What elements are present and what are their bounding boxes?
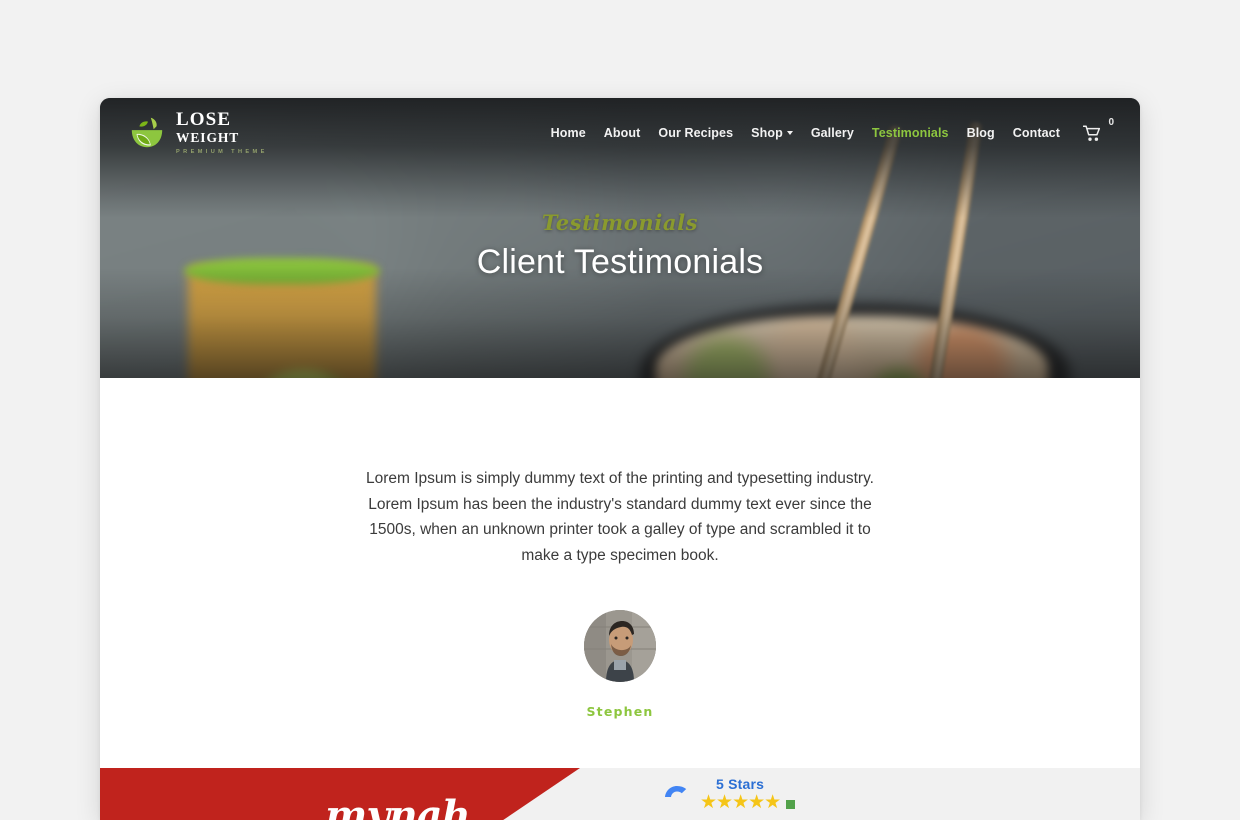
nav-label: About [603, 126, 641, 140]
hero-bottom-overlay [100, 268, 1140, 378]
chevron-down-icon [786, 131, 793, 135]
site-page-frame: LOSE WEIGHT PREMIUM THEME Home About Our… [100, 98, 1140, 820]
page-title: Client Testimonials [476, 243, 764, 281]
cart-count-badge: 0 [1108, 116, 1114, 128]
brand-tagline: PREMIUM THEME [176, 148, 268, 155]
nav-item-our-recipes[interactable]: Our Recipes [649, 120, 742, 146]
nav-label: Our Recipes [658, 126, 734, 140]
nav-label: Gallery [810, 126, 854, 140]
nav-item-testimonials[interactable]: Testimonials [863, 120, 958, 146]
banner-script-text: mynah [325, 792, 471, 820]
hero-kicker: Testimonials [541, 210, 699, 235]
google-rating-block: 5 Stars ★★★★★ [660, 776, 796, 813]
testimonial-section: Lorem Ipsum is simply dummy text of the … [100, 378, 1140, 768]
testimonial-slide: Lorem Ipsum is simply dummy text of the … [360, 466, 880, 719]
nav-label: Testimonials [871, 126, 949, 140]
nav-item-home[interactable]: Home [542, 120, 595, 146]
client-name: Stephen [586, 704, 654, 719]
rating-stack: 5 Stars ★★★★★ [700, 776, 781, 813]
nav-label: Home [550, 126, 586, 140]
nav-item-shop[interactable]: Shop [742, 120, 802, 146]
testimonial-quote: Lorem Ipsum is simply dummy text of the … [366, 470, 874, 564]
shopping-cart-icon [1083, 124, 1101, 141]
google-logo-icon [660, 778, 694, 812]
brand-line-1: LOSE [176, 109, 232, 131]
bottom-partner-strip: mynah 5 Stars ★★★★★ [100, 768, 1140, 820]
rating-stars: ★★★★★ [700, 792, 781, 813]
avatar-portrait-icon [584, 610, 656, 682]
rating-label: 5 Stars [716, 776, 765, 792]
site-header: LOSE WEIGHT PREMIUM THEME Home About Our… [100, 98, 1140, 168]
nav-item-about[interactable]: About [595, 120, 650, 146]
nav-item-gallery[interactable]: Gallery [802, 120, 863, 146]
nav-label: Contact [1012, 126, 1060, 140]
nav-item-blog[interactable]: Blog [958, 120, 1004, 146]
hero-copy: Testimonials Client Testimonials [100, 210, 1140, 282]
brand-line-2: WEIGHT [176, 130, 240, 146]
avatar [584, 610, 656, 682]
nav-label: Blog [966, 126, 995, 140]
brand-logo-link[interactable]: LOSE WEIGHT PREMIUM THEME [128, 110, 268, 155]
brand-wordmark: LOSE WEIGHT PREMIUM THEME [176, 110, 268, 155]
cart-button[interactable]: 0 [1079, 117, 1114, 146]
hero-section: LOSE WEIGHT PREMIUM THEME Home About Our… [100, 98, 1140, 378]
primary-navigation: Home About Our Recipes Shop Gallery Test… [542, 117, 1114, 146]
green-square-accent [786, 800, 796, 809]
mortar-leaf-logo-icon [131, 117, 163, 148]
nav-label: Shop [751, 126, 783, 140]
nav-item-contact[interactable]: Contact [1004, 120, 1069, 146]
